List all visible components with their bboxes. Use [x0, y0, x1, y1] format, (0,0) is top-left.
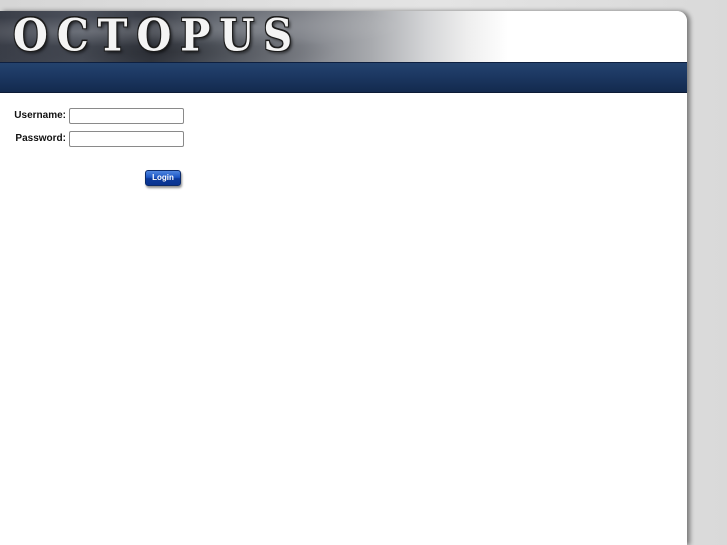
header-banner: OCTOPUS	[0, 11, 687, 62]
username-input[interactable]	[69, 108, 184, 124]
page-frame: OCTOPUS Username: Password: Login	[0, 11, 687, 545]
logo-text: OCTOPUS	[13, 11, 302, 62]
username-row: Username:	[0, 108, 200, 126]
username-label: Username:	[14, 110, 66, 121]
password-input[interactable]	[69, 131, 184, 147]
password-label: Password:	[15, 133, 66, 144]
password-row: Password:	[0, 131, 200, 149]
login-button[interactable]: Login	[145, 170, 181, 186]
login-form: Username: Password: Login	[0, 108, 200, 188]
navigation-bar	[0, 62, 687, 93]
